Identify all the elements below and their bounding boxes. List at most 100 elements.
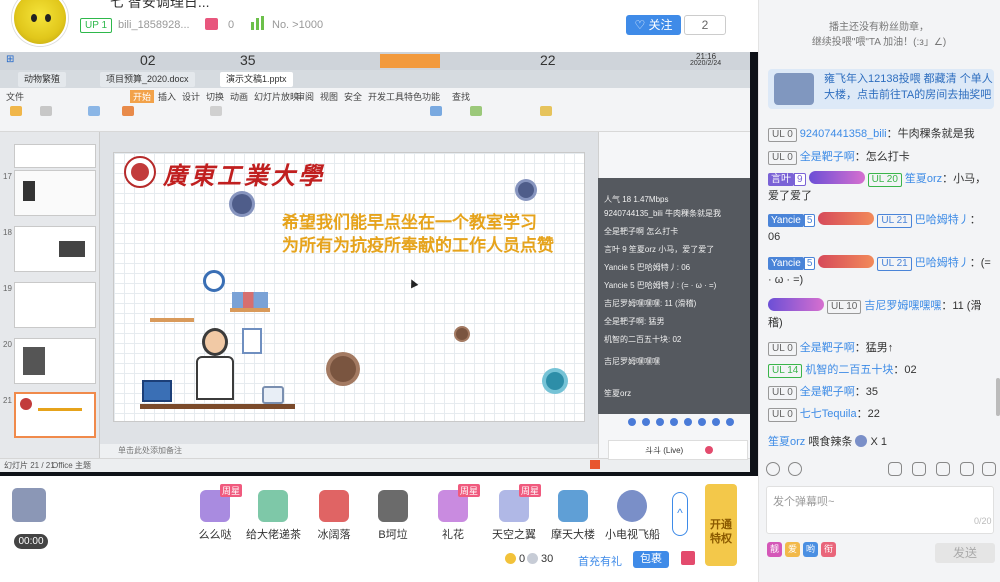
chat-username[interactable]: 笙夏orz — [905, 173, 942, 185]
first-charge-link[interactable]: 首充有礼 — [578, 553, 622, 569]
style-button-1[interactable]: 靓 — [767, 542, 782, 557]
chat-message: UL 14 机智的二百五十块：02 — [768, 362, 992, 379]
gift-filter-icon[interactable] — [936, 462, 950, 476]
fan-medal[interactable]: 言叶 — [768, 173, 794, 186]
overlay-tool-icon[interactable] — [726, 418, 734, 426]
cut-icon[interactable] — [40, 106, 52, 116]
gift-bkela[interactable]: B坷垃 — [366, 490, 420, 542]
ribbon-tab-5[interactable]: 切换 — [206, 90, 224, 103]
giftbox-icon[interactable] — [681, 551, 695, 565]
ribbon-tab-2[interactable]: 开始 — [130, 90, 155, 103]
screen-icon[interactable] — [912, 462, 926, 476]
record-icon[interactable] — [590, 460, 600, 469]
overlay-line: 9240744135_bili 牛肉稞条就是我 — [604, 209, 721, 218]
chat-username[interactable]: 七七Tequila — [800, 408, 857, 420]
streamer-name[interactable]: bili_1858928... — [118, 19, 190, 31]
shape-icon[interactable] — [470, 106, 482, 116]
virus-icon — [330, 356, 356, 382]
arrange-icon[interactable] — [540, 106, 552, 116]
theme-name: Office 主题 — [52, 461, 91, 470]
palette-icon[interactable] — [788, 462, 802, 476]
shield-icon[interactable] — [888, 462, 902, 476]
ribbon-tab-1[interactable]: 文件 — [6, 90, 24, 103]
file-tab-1[interactable]: 动物繁殖 — [18, 72, 67, 87]
font-box-icon[interactable] — [210, 106, 222, 116]
heart-icon[interactable] — [705, 446, 713, 454]
streamer-mini-avatar-icon[interactable] — [12, 488, 46, 522]
slideshow-icon[interactable] — [88, 106, 100, 116]
slide-thumb[interactable] — [14, 226, 96, 272]
lottery-banner[interactable]: 雍飞年入12138投喂 都藏清 个单人 大楼，点击前往TA的房间去抽奖吧 — [768, 69, 994, 109]
slide-thumb[interactable] — [14, 338, 96, 384]
slide-thumb[interactable] — [14, 170, 96, 216]
chat-username[interactable]: 笙夏orz — [768, 436, 805, 448]
package-button[interactable]: 包裹 — [633, 551, 669, 568]
overlay-tool-icon[interactable] — [642, 418, 650, 426]
slide-thumb[interactable] — [14, 282, 96, 328]
gift-wings[interactable]: 周星 天空之翼 — [487, 484, 541, 542]
chat-text: ：35 — [854, 386, 879, 398]
slide-thumb-selected[interactable] — [14, 392, 96, 438]
more-gifts-button[interactable]: ^ — [672, 492, 688, 536]
message-icon[interactable] — [960, 462, 974, 476]
overlay-tool-icon[interactable] — [670, 418, 678, 426]
notes-placeholder[interactable]: 单击此处添加备注 — [100, 444, 598, 458]
new-slide-icon[interactable] — [122, 106, 134, 116]
gift-tea[interactable]: 给大佬递茶 — [246, 490, 301, 542]
emoji-icon[interactable] — [766, 462, 780, 476]
chat-username[interactable]: 巴哈姆特丿 — [915, 214, 970, 226]
gift-cola[interactable]: 冰阔落 — [307, 490, 361, 542]
gift-skyscraper[interactable]: 摩天大楼 — [546, 490, 600, 542]
ribbon-tab-9[interactable]: 视图 — [320, 90, 338, 103]
paste-icon[interactable] — [10, 106, 22, 116]
current-slide[interactable] — [113, 152, 585, 422]
textbox-icon[interactable] — [430, 106, 442, 116]
medical-kit-icon — [262, 386, 284, 404]
style-button-4[interactable]: 衔 — [821, 542, 836, 557]
slide-thumb[interactable] — [14, 144, 96, 168]
vip-privilege-button[interactable]: 开通特权 — [705, 484, 737, 566]
overlay-tool-icon[interactable] — [656, 418, 664, 426]
chat-username[interactable]: 92407441358_bili — [800, 128, 887, 140]
file-tab-3[interactable]: 演示文稿1.pptx — [220, 72, 293, 87]
ribbon-tab-10[interactable]: 安全 — [344, 90, 362, 103]
ribbon-tab-12[interactable]: 特色功能 — [404, 90, 440, 103]
overlay-tool-icon[interactable] — [628, 418, 636, 426]
chat-username[interactable]: 全是靶子啊 — [800, 342, 855, 354]
chat-username[interactable]: 全是靶子啊 — [800, 151, 855, 163]
gift-tv-ship[interactable]: 小电视飞船 — [605, 490, 660, 542]
fan-medal[interactable]: Yancie — [768, 257, 804, 270]
countdown-timer: 00:00 — [14, 534, 48, 549]
ribbon-tab-13[interactable]: 查找 — [452, 90, 470, 103]
overlay-tool-icon[interactable] — [712, 418, 720, 426]
file-tab-2[interactable]: 项目预算_2020.docx — [100, 72, 195, 87]
chat-username[interactable]: 全是靶子啊 — [800, 386, 855, 398]
banner-gift-icon — [774, 73, 814, 105]
fan-medal-level: 5 — [803, 214, 816, 227]
chat-username[interactable]: 机智的二百五十块 — [805, 364, 893, 376]
chat-username[interactable]: 吉尼罗姆嘿嘿嘿 — [864, 300, 941, 312]
music-player[interactable]: 斗斗 (Live) — [608, 440, 748, 460]
chat-scrollbar[interactable] — [996, 378, 1000, 416]
ribbon-tab-3[interactable]: 插入 — [158, 90, 176, 103]
ribbon-tab-7[interactable]: 幻灯片放映 — [254, 90, 299, 103]
ribbon-tab-6[interactable]: 动画 — [230, 90, 248, 103]
overlay-tool-icon[interactable] — [684, 418, 692, 426]
fan-medal[interactable]: Yancie — [768, 214, 804, 227]
chat-username[interactable]: 巴哈姆特丿 — [915, 257, 970, 269]
follow-button[interactable]: ♡ 关注 — [626, 15, 681, 35]
send-button[interactable]: 发送 — [935, 543, 995, 563]
ribbon-tab-8[interactable]: 审阅 — [296, 90, 314, 103]
style-button-3[interactable]: 哟 — [803, 542, 818, 557]
overlay-tool-icon[interactable] — [698, 418, 706, 426]
fan-notice-line-2: 继续投喂"喂"TA 加油！(:з」∠) — [811, 37, 947, 48]
gift-memeda[interactable]: 周星 么么哒 — [188, 484, 242, 542]
settings-icon[interactable] — [982, 462, 996, 476]
gift-lihua[interactable]: 周星 礼花 — [426, 484, 480, 542]
overlay-line: 言叶 9 笙夏orz 小马，爱了爱了 — [604, 245, 715, 254]
danmaku-input[interactable]: 发个弹幕呗~ — [766, 486, 994, 534]
gift-count: 0 — [228, 19, 235, 31]
ribbon-tab-11[interactable]: 开发工具 — [368, 90, 404, 103]
ribbon-tab-4[interactable]: 设计 — [182, 90, 200, 103]
style-button-2[interactable]: 爱 — [785, 542, 800, 557]
